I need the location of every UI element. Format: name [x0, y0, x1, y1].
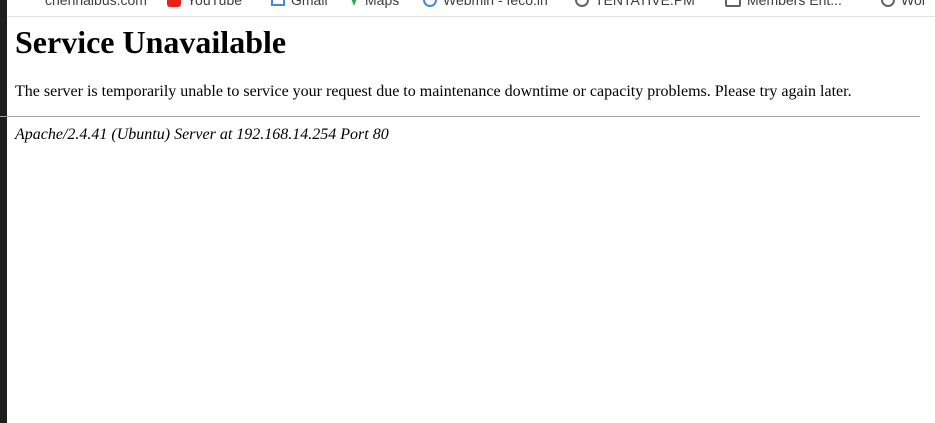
- bookmark-members[interactable]: Members Ent...: [725, 0, 842, 8]
- bookmark-label: Members Ent...: [747, 0, 842, 8]
- bookmark-label: Wor: [901, 0, 927, 8]
- webmin-icon: [423, 0, 437, 7]
- globe-icon: [25, 0, 39, 7]
- bookmark-webmin[interactable]: Webmin - feco.in: [423, 0, 548, 8]
- bookmark-label: Maps: [365, 0, 400, 8]
- bookmarks-bar: chennaibus.com YouTube Gmail Maps Webmin…: [7, 0, 935, 17]
- page-title: Service Unavailable: [15, 24, 287, 60]
- gmail-icon: [271, 0, 285, 6]
- bookmark-label: chennaibus.com: [45, 0, 147, 8]
- bookmark-youtube[interactable]: YouTube: [167, 0, 242, 8]
- youtube-icon: [167, 0, 181, 7]
- server-signature: Apache/2.4.41 (Ubuntu) Server at 192.168…: [15, 126, 389, 143]
- globe-icon: [881, 0, 895, 7]
- error-message: The server is temporarily unable to serv…: [15, 83, 852, 100]
- bookmark-label: Gmail: [291, 0, 328, 8]
- error-page: Service Unavailable The server is tempor…: [0, 16, 935, 144]
- divider: [0, 116, 920, 117]
- globe-icon: [575, 0, 589, 7]
- bookmark-maps[interactable]: Maps: [349, 0, 399, 8]
- book-icon: [725, 0, 741, 7]
- bookmark-label: Webmin - feco.in: [443, 0, 548, 8]
- bookmark-wor[interactable]: Wor: [881, 0, 926, 8]
- bookmark-gmail[interactable]: Gmail: [271, 0, 328, 8]
- side-panel-edge: [0, 0, 7, 423]
- bookmark-tentative[interactable]: TENTATIVE.PM: [575, 0, 695, 8]
- bookmark-chennaibus[interactable]: chennaibus.com: [25, 0, 147, 8]
- bookmark-label: YouTube: [187, 0, 243, 8]
- bookmark-label: TENTATIVE.PM: [595, 0, 695, 8]
- maps-icon: [349, 0, 359, 6]
